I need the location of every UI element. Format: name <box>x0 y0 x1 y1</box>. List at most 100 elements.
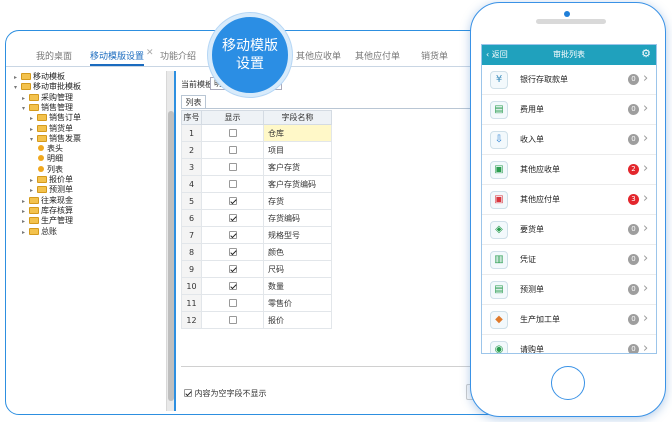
tab-other-receivable[interactable]: 其他应收单 <box>296 48 341 66</box>
hide-empty-fields-checkbox[interactable] <box>184 389 192 397</box>
count-badge: 0 <box>628 104 639 115</box>
chevron-down-icon[interactable]: ▾ <box>30 134 37 145</box>
tree-node[interactable]: ▸ 总账 <box>22 226 57 237</box>
grid-bottom-border <box>181 366 471 367</box>
field-name-cell[interactable]: 颜色 <box>263 243 332 261</box>
home-button[interactable] <box>551 366 585 400</box>
count-badge: 0 <box>628 134 639 145</box>
list-item[interactable]: ▣ 其他应收单 2 › <box>482 155 656 185</box>
show-cell <box>201 158 264 176</box>
tab-my-desktop[interactable]: 我的桌面 <box>36 48 72 66</box>
table-row[interactable]: 8 颜色 <box>181 243 332 261</box>
table-row[interactable]: 4 客户存货编码 <box>181 175 332 193</box>
show-checkbox[interactable] <box>228 264 237 273</box>
tree-scrollbar[interactable] <box>166 71 174 411</box>
expense-icon: ▤ <box>490 101 508 119</box>
show-checkbox[interactable] <box>228 230 237 239</box>
count-badge: 0 <box>628 224 639 235</box>
column-header-number[interactable]: 序号 <box>181 110 202 125</box>
field-name-cell[interactable]: 报价 <box>263 311 332 329</box>
table-row[interactable]: 11 零售价 <box>181 294 332 312</box>
show-cell <box>201 175 264 193</box>
camera-icon <box>564 11 570 17</box>
hide-empty-fields-option[interactable]: 内容为空字段不显示 <box>184 388 267 399</box>
table-row[interactable]: 12 报价 <box>181 311 332 329</box>
show-checkbox[interactable] <box>228 281 237 290</box>
table-row[interactable]: 10 数量 <box>181 277 332 295</box>
field-name-cell[interactable]: 客户存货编码 <box>263 175 332 193</box>
show-cell <box>201 192 264 210</box>
field-name-cell[interactable]: 零售价 <box>263 294 332 312</box>
chevron-right-icon: › <box>643 71 649 86</box>
tab-other-payable[interactable]: 其他应付单 <box>355 48 400 66</box>
list-item-label: 收入单 <box>520 135 544 144</box>
list-item[interactable]: ◉ 请购单 0 › <box>482 335 656 353</box>
show-checkbox[interactable] <box>228 315 237 324</box>
show-cell <box>201 226 264 244</box>
gear-icon[interactable]: ⚙ <box>641 47 651 61</box>
list-item[interactable]: ▤ 费用单 0 › <box>482 95 656 125</box>
table-row[interactable]: 9 尺码 <box>181 260 332 278</box>
tab-mobile-template-settings[interactable]: 移动模版设置 <box>90 48 145 66</box>
column-header-field-name[interactable]: 字段名称 <box>263 110 332 125</box>
callout-badge: 移动模版 设置 <box>208 13 292 97</box>
field-name-cell[interactable]: 存货编码 <box>263 209 332 227</box>
folder-icon <box>29 206 39 214</box>
tree-node-label: 预测单 <box>49 185 73 195</box>
show-checkbox[interactable] <box>228 196 237 205</box>
tree-node-label: 生产管理 <box>41 216 73 226</box>
table-row[interactable]: 2 项目 <box>181 141 332 159</box>
tab-list[interactable]: 列表 <box>181 95 206 109</box>
show-checkbox[interactable] <box>228 247 237 256</box>
show-checkbox[interactable] <box>228 162 237 171</box>
field-name-cell[interactable]: 项目 <box>263 141 332 159</box>
chevron-right-icon: › <box>643 191 649 206</box>
show-cell <box>201 243 264 261</box>
show-checkbox[interactable] <box>228 213 237 222</box>
table-row[interactable]: 7 规格型号 <box>181 226 332 244</box>
row-number: 11 <box>181 294 202 312</box>
field-name-cell[interactable]: 规格型号 <box>263 226 332 244</box>
panel-divider[interactable] <box>174 71 176 411</box>
column-header-show[interactable]: 显示 <box>201 110 264 125</box>
list-item[interactable]: ¥ 银行存取款单 0 › <box>482 65 656 95</box>
show-checkbox[interactable] <box>228 179 237 188</box>
production-icon: ◆ <box>490 311 508 329</box>
tab-close-icon[interactable]: ✕ <box>146 48 154 58</box>
tree-node-label: 报价单 <box>49 175 73 184</box>
table-row[interactable]: 1 仓库 <box>181 124 332 142</box>
chevron-down-icon[interactable]: ▾ <box>14 82 21 93</box>
field-name-cell[interactable]: 客户存货 <box>263 158 332 176</box>
count-badge: 0 <box>628 344 639 353</box>
hide-empty-fields-label: 内容为空字段不显示 <box>194 389 267 398</box>
show-cell <box>201 124 264 142</box>
show-cell <box>201 260 264 278</box>
field-name-cell[interactable]: 数量 <box>263 277 332 295</box>
field-name-cell[interactable]: 存货 <box>263 192 332 210</box>
list-item[interactable]: ⇩ 收入单 0 › <box>482 125 656 155</box>
chevron-right-icon[interactable]: ▸ <box>22 227 29 238</box>
field-name-cell[interactable]: 尺码 <box>263 260 332 278</box>
list-item[interactable]: ▥ 凭证 0 › <box>482 245 656 275</box>
folder-icon <box>29 103 39 111</box>
show-cell <box>201 209 264 227</box>
field-name-cell[interactable]: 仓库 <box>263 124 332 142</box>
tab-sales-delivery[interactable]: 销货单 <box>421 48 448 66</box>
table-row[interactable]: 5 存货 <box>181 192 332 210</box>
show-checkbox[interactable] <box>228 128 237 137</box>
chevron-down-icon[interactable]: ▾ <box>22 103 29 114</box>
tab-feature-intro[interactable]: 功能介绍 <box>160 48 196 66</box>
list-item[interactable]: ◆ 生产加工单 0 › <box>482 305 656 335</box>
list-item[interactable]: ▤ 预测单 0 › <box>482 275 656 305</box>
tree-node-label: 总账 <box>41 226 57 236</box>
list-item-label: 其他应付单 <box>520 195 560 204</box>
leaf-node-icon <box>38 145 44 152</box>
table-row[interactable]: 6 存货编码 <box>181 209 332 227</box>
folder-icon <box>29 217 39 225</box>
table-row[interactable]: 3 客户存货 <box>181 158 332 176</box>
list-item[interactable]: ▣ 其他应付单 3 › <box>482 185 656 215</box>
show-checkbox[interactable] <box>228 298 237 307</box>
show-checkbox[interactable] <box>228 145 237 154</box>
callout-line-1: 移动模版 <box>222 38 278 54</box>
list-item[interactable]: ◈ 要货单 0 › <box>482 215 656 245</box>
